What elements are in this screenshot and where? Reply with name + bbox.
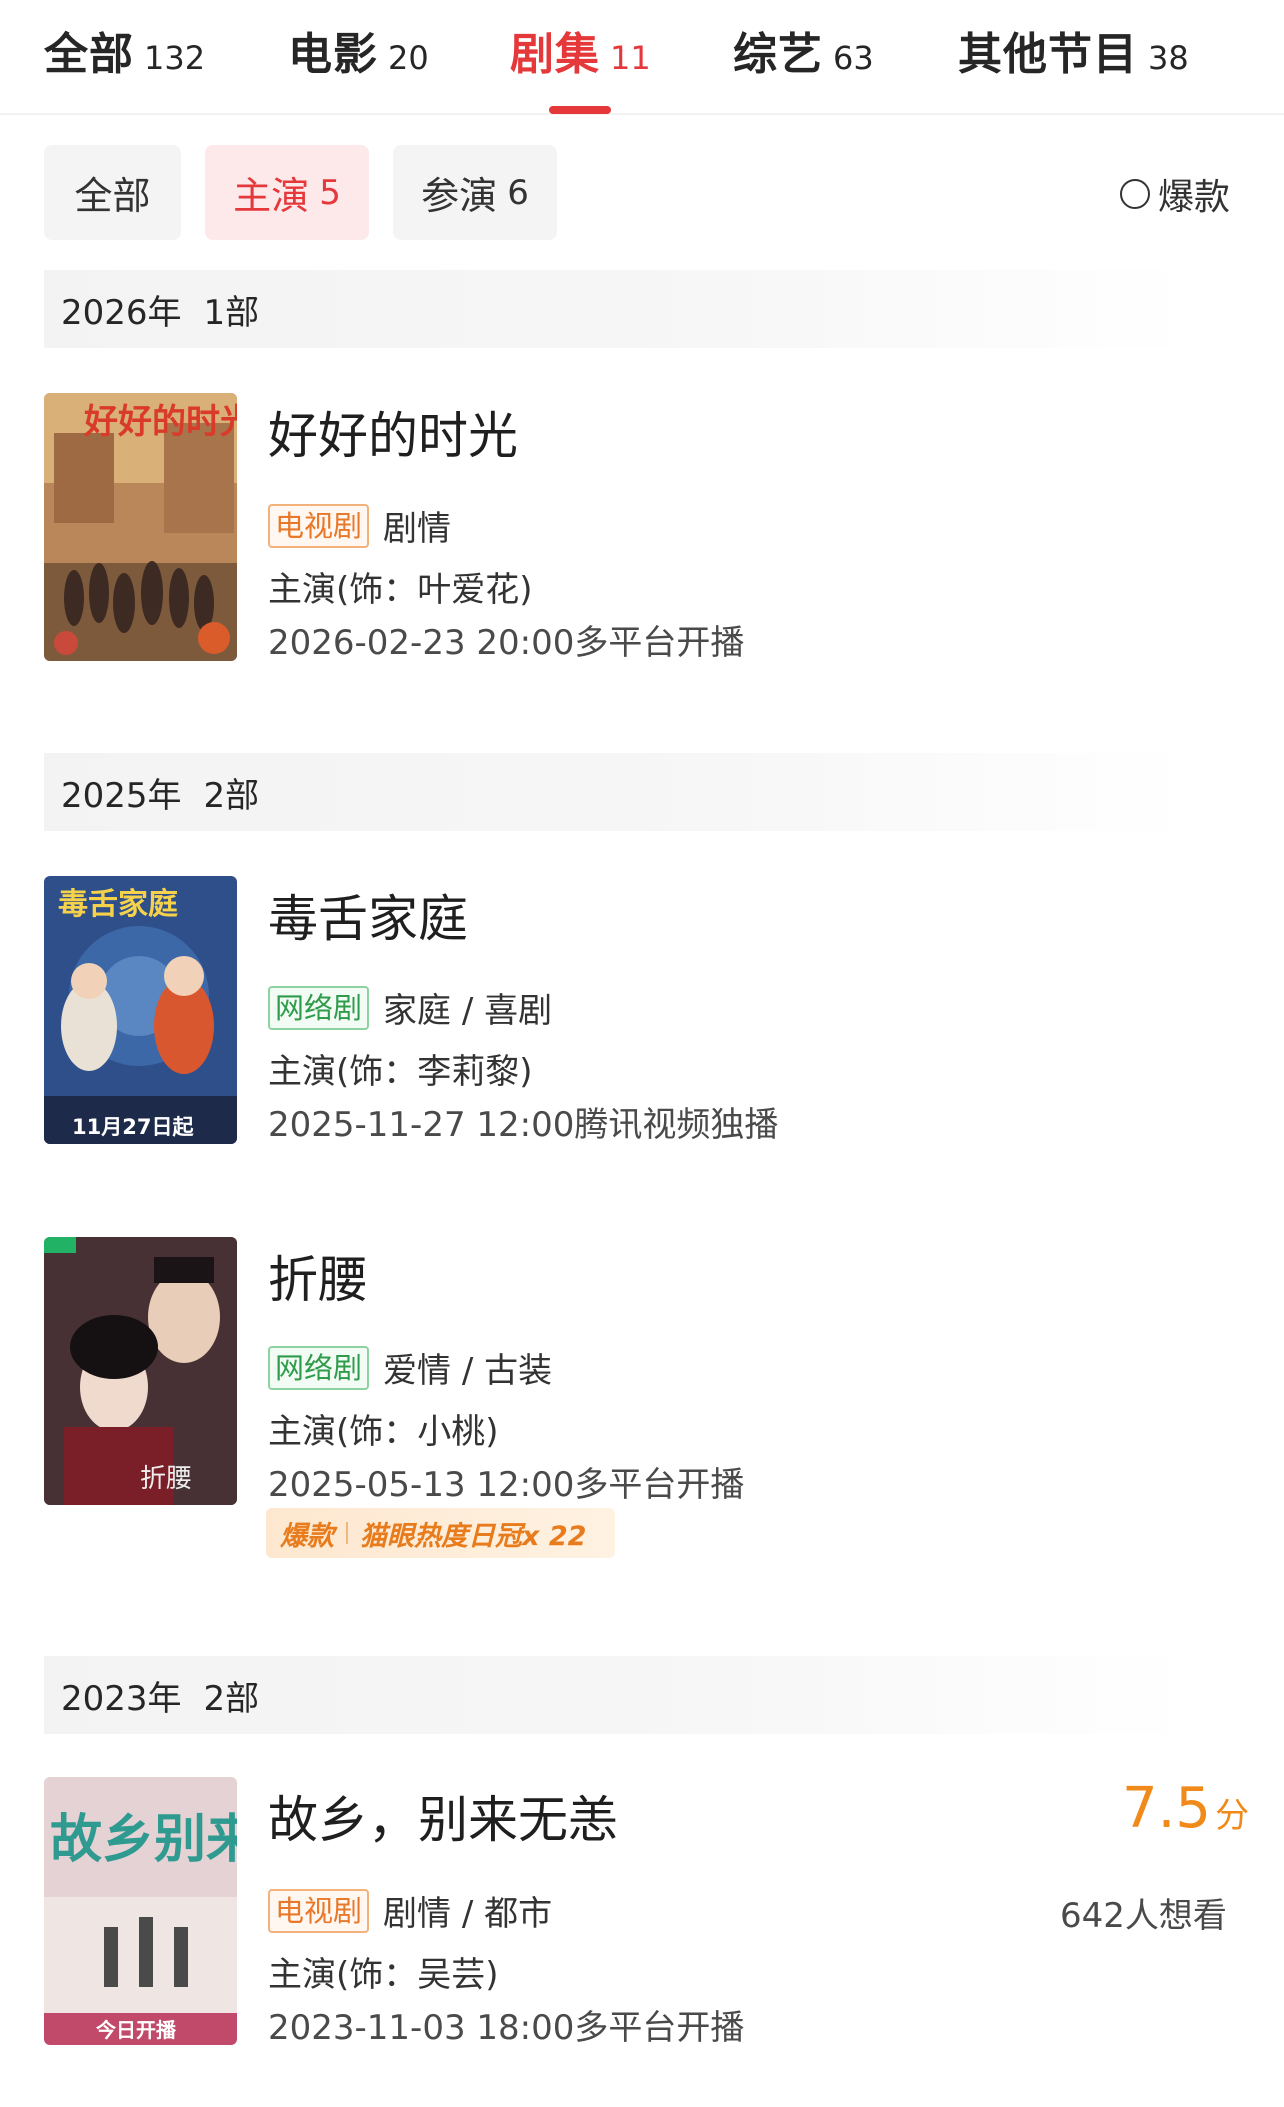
poster-title: 毒舌家庭: [58, 887, 178, 922]
filter-count: 5: [319, 172, 341, 213]
tab-label: 其他节目: [958, 29, 1138, 80]
hit-ranking-text: 猫眼热度日冠x 22: [360, 1520, 587, 1552]
tab-count: 63: [833, 39, 874, 77]
radio-circle-icon[interactable]: [1120, 179, 1150, 209]
year-count: 2部: [203, 1678, 260, 1719]
filter-label: 全部: [74, 174, 151, 218]
poster-caption: 今日开播: [96, 2018, 177, 2042]
role-text: 主演(饰：小桃): [268, 1412, 499, 1452]
filter-lead-role[interactable]: 主演 5: [205, 145, 369, 240]
hit-label: 爆款: [280, 1520, 334, 1552]
filter-label: 参演: [421, 174, 498, 218]
year-count: 2部: [203, 775, 260, 816]
poster-image[interactable]: 毒舌家庭 11月27日起: [44, 876, 237, 1144]
tab-other-programs[interactable]: 其他节目 38: [958, 18, 1189, 80]
poster-art: 好好的时光: [44, 393, 237, 661]
rating-score: 7.5 分: [1122, 1776, 1249, 1841]
tab-all[interactable]: 全部 132: [44, 18, 206, 80]
poster-art: 毒舌家庭 11月27日起: [44, 876, 237, 1144]
toggle-label: 爆款: [1158, 177, 1231, 218]
show-meta: 电视剧 剧情: [268, 501, 451, 550]
category-tabs: 全部 132 电影 20 剧集 11 综艺 63 其他节目 38: [0, 0, 1284, 115]
poster-image[interactable]: 好好的时光: [44, 393, 237, 661]
active-tab-indicator: [549, 106, 611, 114]
want-to-watch-count: 642人想看: [1060, 1896, 1227, 1936]
tab-label: 剧集: [510, 29, 600, 80]
year-label: 2025年: [61, 775, 182, 816]
show-title[interactable]: 折腰: [268, 1240, 368, 1312]
hit-filter-toggle[interactable]: 爆款: [1120, 168, 1230, 220]
poster-title: 故乡别来无恙: [50, 1810, 237, 1870]
poster-art: 折腰: [44, 1237, 237, 1505]
year-count: 1部: [203, 292, 260, 333]
filter-all[interactable]: 全部: [44, 145, 181, 240]
tab-series[interactable]: 剧集 11: [510, 18, 651, 80]
premiere-text: 2026-02-23 20:00多平台开播: [268, 623, 745, 663]
tab-label: 电影: [288, 29, 378, 80]
show-title[interactable]: 故乡，别来无恙: [268, 1780, 618, 1852]
tab-count: 132: [144, 39, 206, 77]
type-badge: 电视剧: [268, 1888, 370, 1933]
show-meta: 电视剧 剧情 / 都市: [268, 1886, 552, 1935]
genre-text: 剧情 / 都市: [383, 1894, 553, 1934]
year-header: 2025年 2部: [44, 753, 1190, 831]
genre-text: 剧情: [383, 509, 452, 549]
role-text: 主演(饰：李莉黎): [268, 1052, 533, 1092]
premiere-text: 2025-11-27 12:00腾讯视频独播: [268, 1105, 779, 1145]
tab-count: 11: [610, 39, 651, 77]
tab-label: 全部: [44, 29, 134, 80]
poster-caption: 11月27日起: [72, 1115, 194, 1139]
filter-label: 主演: [233, 174, 310, 218]
tab-label: 综艺: [733, 29, 823, 80]
type-badge: 网络剧: [268, 985, 370, 1030]
show-meta: 网络剧 爱情 / 古装: [268, 1343, 552, 1392]
role-text: 主演(饰：叶爱花): [268, 570, 533, 610]
year-label: 2026年: [61, 292, 182, 333]
premiere-text: 2025-05-13 12:00多平台开播: [268, 1465, 745, 1505]
type-badge: 电视剧: [268, 503, 370, 548]
badge-divider: [346, 1522, 348, 1544]
tab-count: 20: [388, 39, 429, 77]
tab-movies[interactable]: 电影 20: [288, 18, 429, 80]
poster-image[interactable]: 折腰: [44, 1237, 237, 1505]
poster-art: 故乡别来无恙 今日开播: [44, 1777, 237, 2045]
show-title[interactable]: 毒舌家庭: [268, 879, 468, 951]
hit-ranking-badge: 爆款 猫眼热度日冠x 22: [266, 1508, 615, 1558]
role-text: 主演(饰：吴芸): [268, 1955, 499, 1995]
genre-text: 爱情 / 古装: [383, 1351, 553, 1391]
poster-title: 好好的时光: [83, 402, 237, 442]
filter-count: 6: [507, 172, 529, 213]
tab-count: 38: [1148, 39, 1189, 77]
show-meta: 网络剧 家庭 / 喜剧: [268, 983, 552, 1032]
poster-title: 折腰: [140, 1464, 192, 1494]
tab-variety[interactable]: 综艺 63: [733, 18, 874, 80]
score-value: 7.5: [1122, 1776, 1212, 1841]
filter-supporting-role[interactable]: 参演 6: [393, 145, 557, 240]
year-header: 2023年 2部: [44, 1656, 1190, 1734]
premiere-text: 2023-11-03 18:00多平台开播: [268, 2008, 745, 2048]
show-title[interactable]: 好好的时光: [268, 396, 518, 468]
poster-image[interactable]: 故乡别来无恙 今日开播: [44, 1777, 237, 2045]
genre-text: 家庭 / 喜剧: [383, 991, 553, 1031]
score-unit: 分: [1215, 1796, 1250, 1836]
type-badge: 网络剧: [268, 1345, 370, 1390]
year-label: 2023年: [61, 1678, 182, 1719]
year-header: 2026年 1部: [44, 270, 1190, 348]
